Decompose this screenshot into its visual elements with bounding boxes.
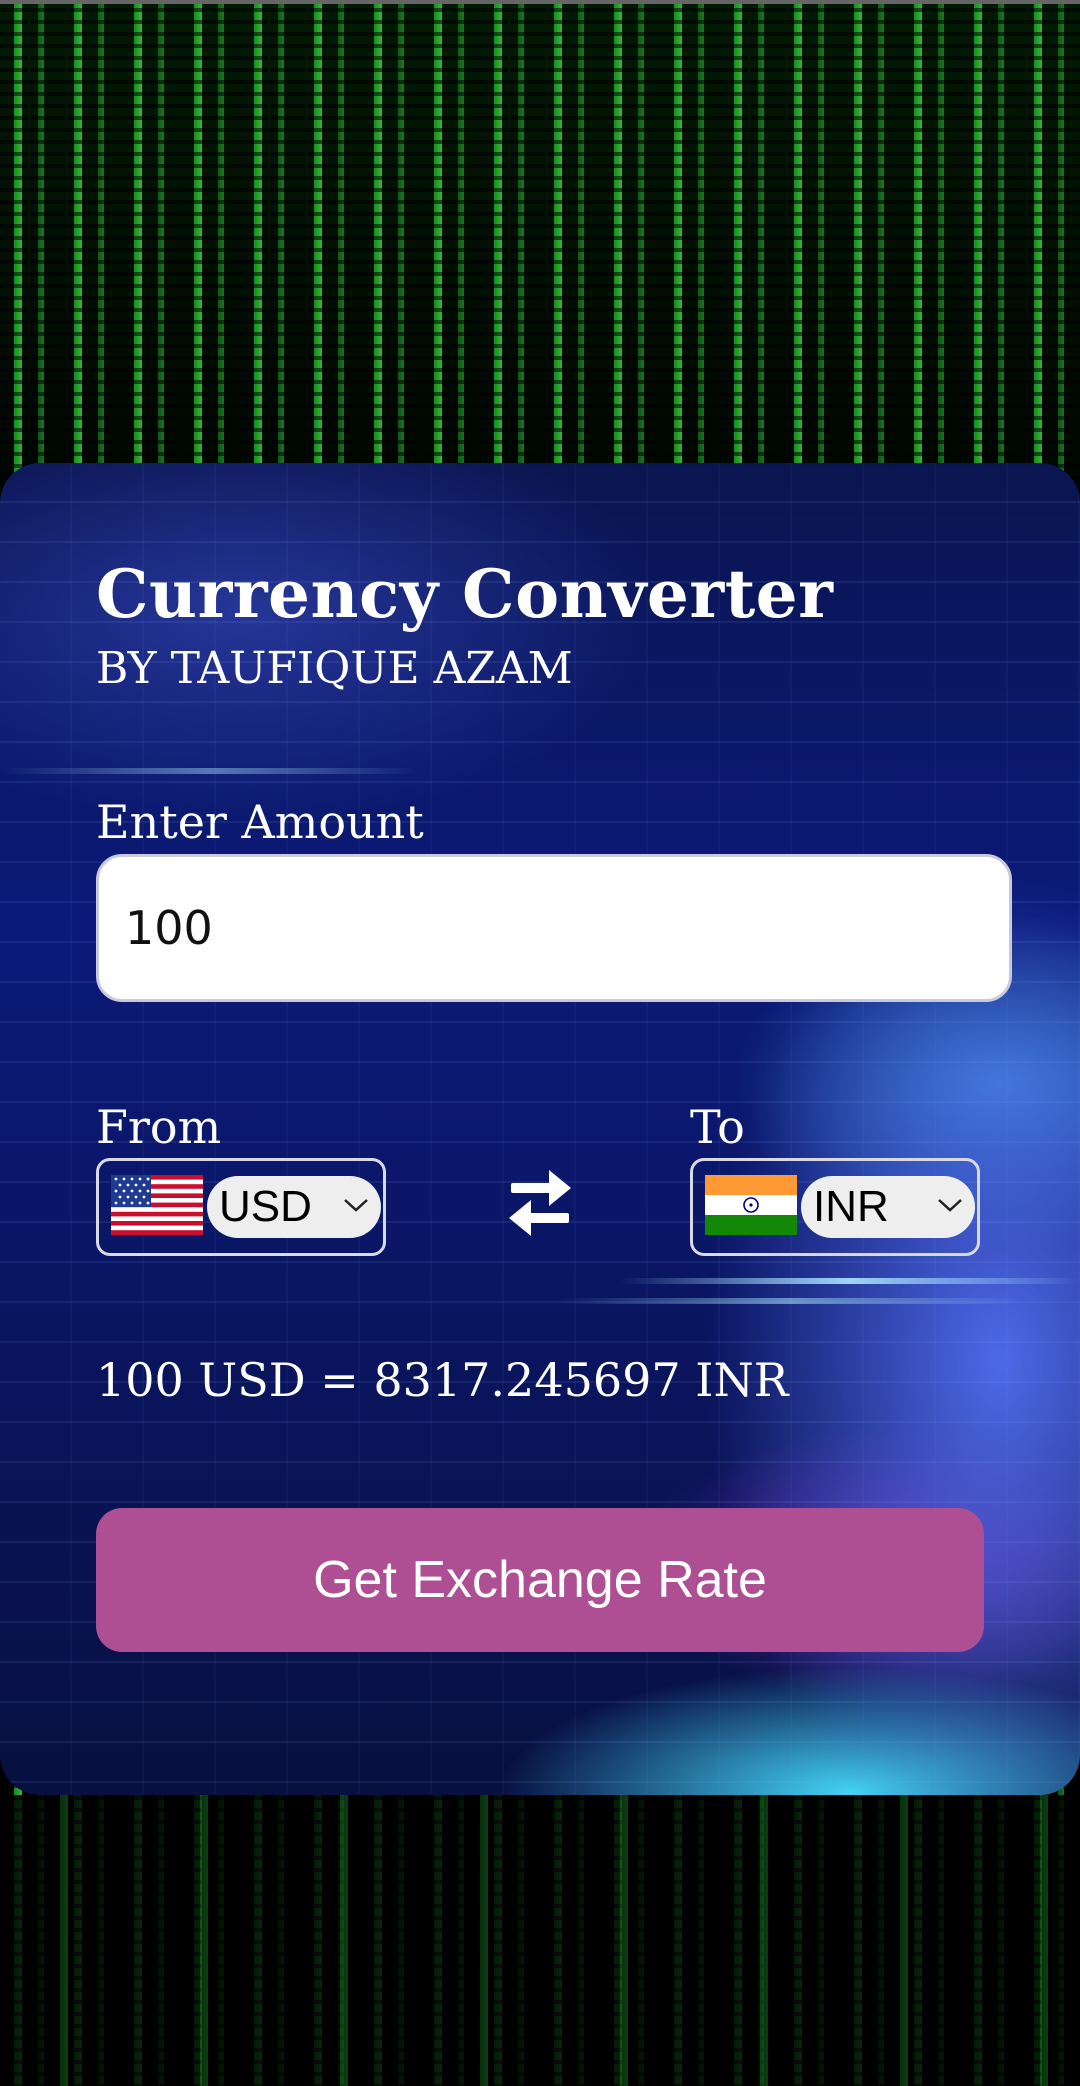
decorative-glow-line [0, 768, 420, 774]
chevron-down-icon [935, 1195, 965, 1220]
get-exchange-rate-button[interactable]: Get Exchange Rate [96, 1508, 984, 1652]
from-currency-dropdown[interactable]: USD [207, 1176, 381, 1238]
amount-input[interactable] [96, 854, 1012, 1002]
to-label: To [690, 1100, 745, 1154]
swap-button[interactable] [505, 1166, 575, 1240]
india-flag-icon [705, 1174, 797, 1240]
to-currency-value: INR [813, 1182, 889, 1231]
us-flag-icon [111, 1174, 203, 1240]
matrix-background-lower [0, 1795, 1080, 2086]
conversion-result: 100 USD = 8317.245697 INR [96, 1353, 789, 1407]
from-label: From [96, 1100, 222, 1154]
amount-label: Enter Amount [96, 795, 424, 849]
from-currency-select[interactable]: USD [96, 1158, 386, 1256]
to-currency-select[interactable]: INR [690, 1158, 980, 1256]
page-subtitle: BY TAUFIQUE AZAM [96, 643, 573, 694]
chevron-down-icon [341, 1195, 371, 1220]
decorative-glow-line [560, 1298, 1020, 1304]
decorative-glow-line [620, 1278, 1080, 1284]
page-title: Currency Converter [96, 555, 834, 633]
to-currency-dropdown[interactable]: INR [801, 1176, 975, 1238]
swap-arrows-icon [505, 1170, 575, 1244]
from-currency-value: USD [219, 1182, 312, 1231]
status-divider [0, 0, 1080, 4]
